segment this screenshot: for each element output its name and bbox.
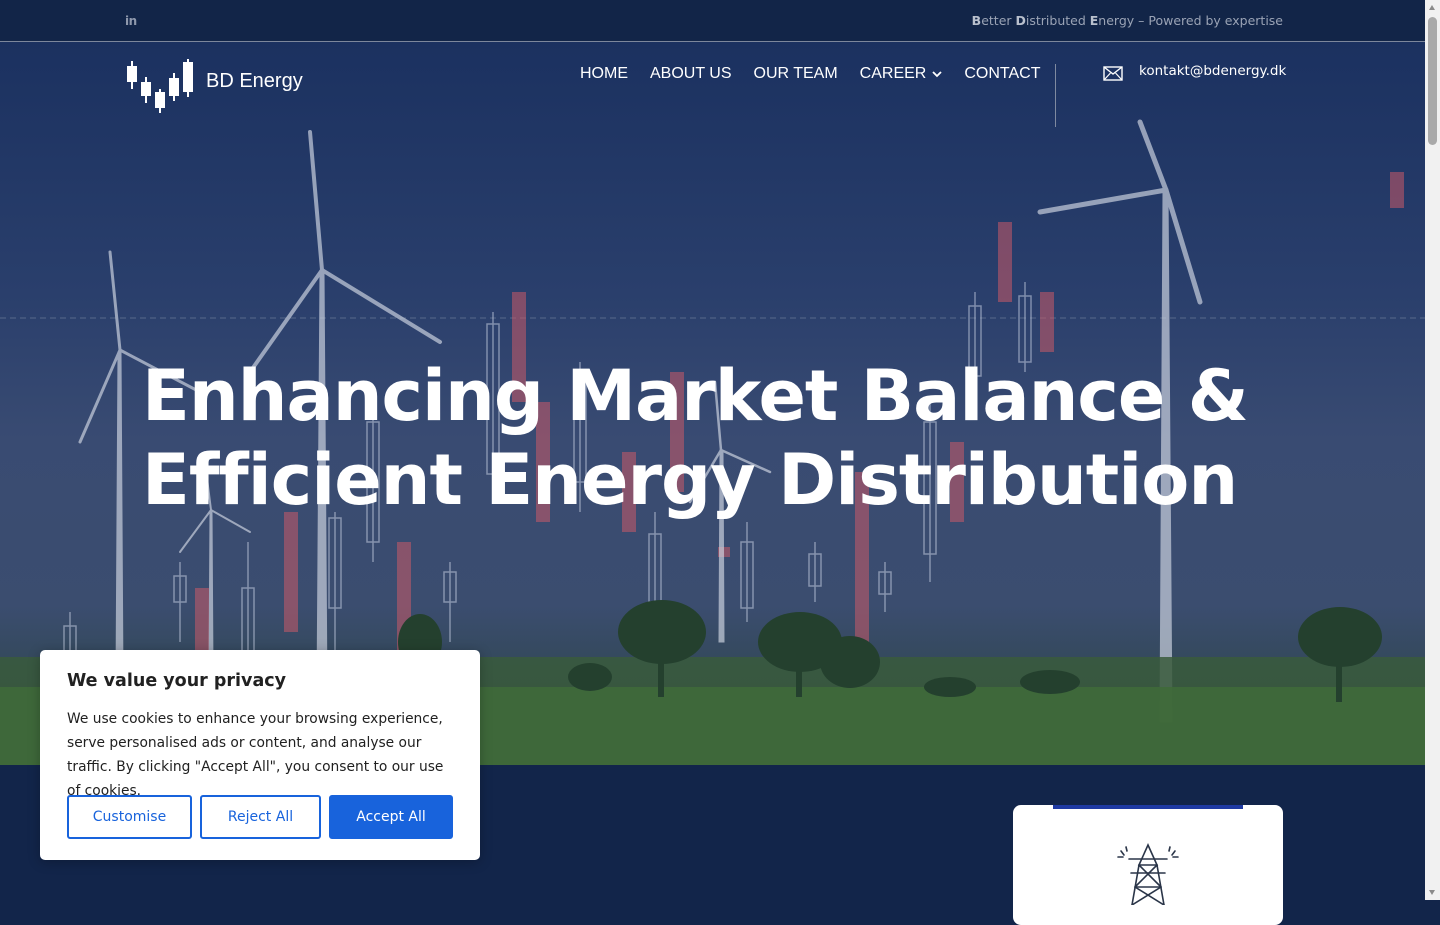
scroll-up-arrow-icon[interactable]: [1429, 5, 1435, 10]
nav-career[interactable]: CAREER: [860, 65, 943, 83]
top-bar: in Better Distributed Energy – Powered b…: [0, 0, 1425, 42]
nav-about-us[interactable]: ABOUT US: [650, 65, 732, 83]
nav-career-label: CAREER: [859, 65, 927, 82]
page-scrollbar[interactable]: [1425, 0, 1440, 900]
email-link[interactable]: kontakt@bdenergy.dk: [1139, 63, 1286, 79]
cookie-text: We use cookies to enhance your browsing …: [67, 711, 444, 799]
customise-button[interactable]: Customise: [67, 795, 192, 839]
headline-line-1: Enhancing Market Balance &: [142, 355, 1249, 437]
logo-text[interactable]: BD Energy: [206, 70, 303, 93]
nav-home[interactable]: HOME: [580, 65, 628, 83]
service-card[interactable]: [1013, 805, 1283, 925]
cookie-title: We value your privacy: [67, 671, 287, 691]
nav-divider: [1055, 64, 1056, 127]
nav-our-team[interactable]: OUR TEAM: [754, 65, 838, 83]
tagline: Better Distributed Energy – Powered by e…: [971, 13, 1283, 28]
accept-all-button[interactable]: Accept All: [329, 795, 453, 839]
cookie-consent-dialog: We value your privacy We use cookies to …: [40, 650, 480, 860]
headline-line-2: Efficient Energy Distribution: [142, 439, 1238, 521]
card-accent-stripe: [1053, 805, 1243, 809]
power-tower-icon: [1117, 843, 1179, 905]
candlestick-chart-icon: [127, 59, 193, 113]
reject-all-button[interactable]: Reject All: [200, 795, 321, 839]
linkedin-icon[interactable]: in: [125, 14, 139, 28]
main-nav: HOME ABOUT US OUR TEAM CAREER CONTACT: [580, 65, 1040, 83]
nav-contact[interactable]: CONTACT: [964, 65, 1040, 83]
chevron-down-icon: [932, 70, 942, 77]
envelope-icon[interactable]: [1103, 66, 1123, 81]
scroll-down-arrow-icon[interactable]: [1429, 890, 1435, 895]
scroll-thumb[interactable]: [1428, 17, 1437, 145]
hero-headline: Enhancing Market Balance & Efficient Ene…: [142, 354, 1292, 522]
